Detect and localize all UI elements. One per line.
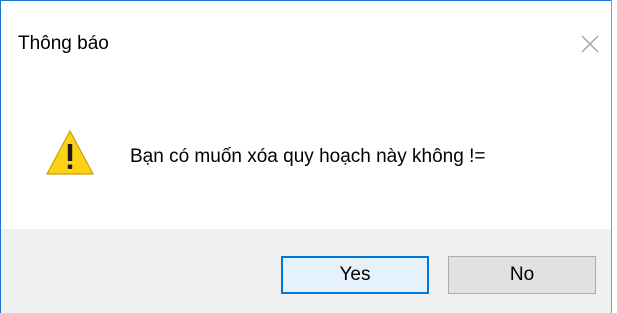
message-dialog: Thông báo Bạn có muốn xóa quy hoạch này … bbox=[0, 0, 617, 313]
window-border-right bbox=[611, 0, 612, 313]
dialog-title: Thông báo bbox=[18, 33, 109, 54]
title-bar[interactable]: Thông báo bbox=[1, 1, 611, 87]
no-button[interactable]: No bbox=[448, 256, 596, 294]
button-bar: Yes No bbox=[1, 229, 611, 313]
close-button[interactable] bbox=[573, 27, 607, 61]
dialog-message: Bạn có muốn xóa quy hoạch này không != bbox=[130, 146, 486, 167]
warning-icon bbox=[46, 130, 94, 175]
dialog-body: Bạn có muốn xóa quy hoạch này không != bbox=[1, 87, 611, 229]
close-icon bbox=[581, 35, 599, 53]
yes-button[interactable]: Yes bbox=[281, 256, 429, 294]
